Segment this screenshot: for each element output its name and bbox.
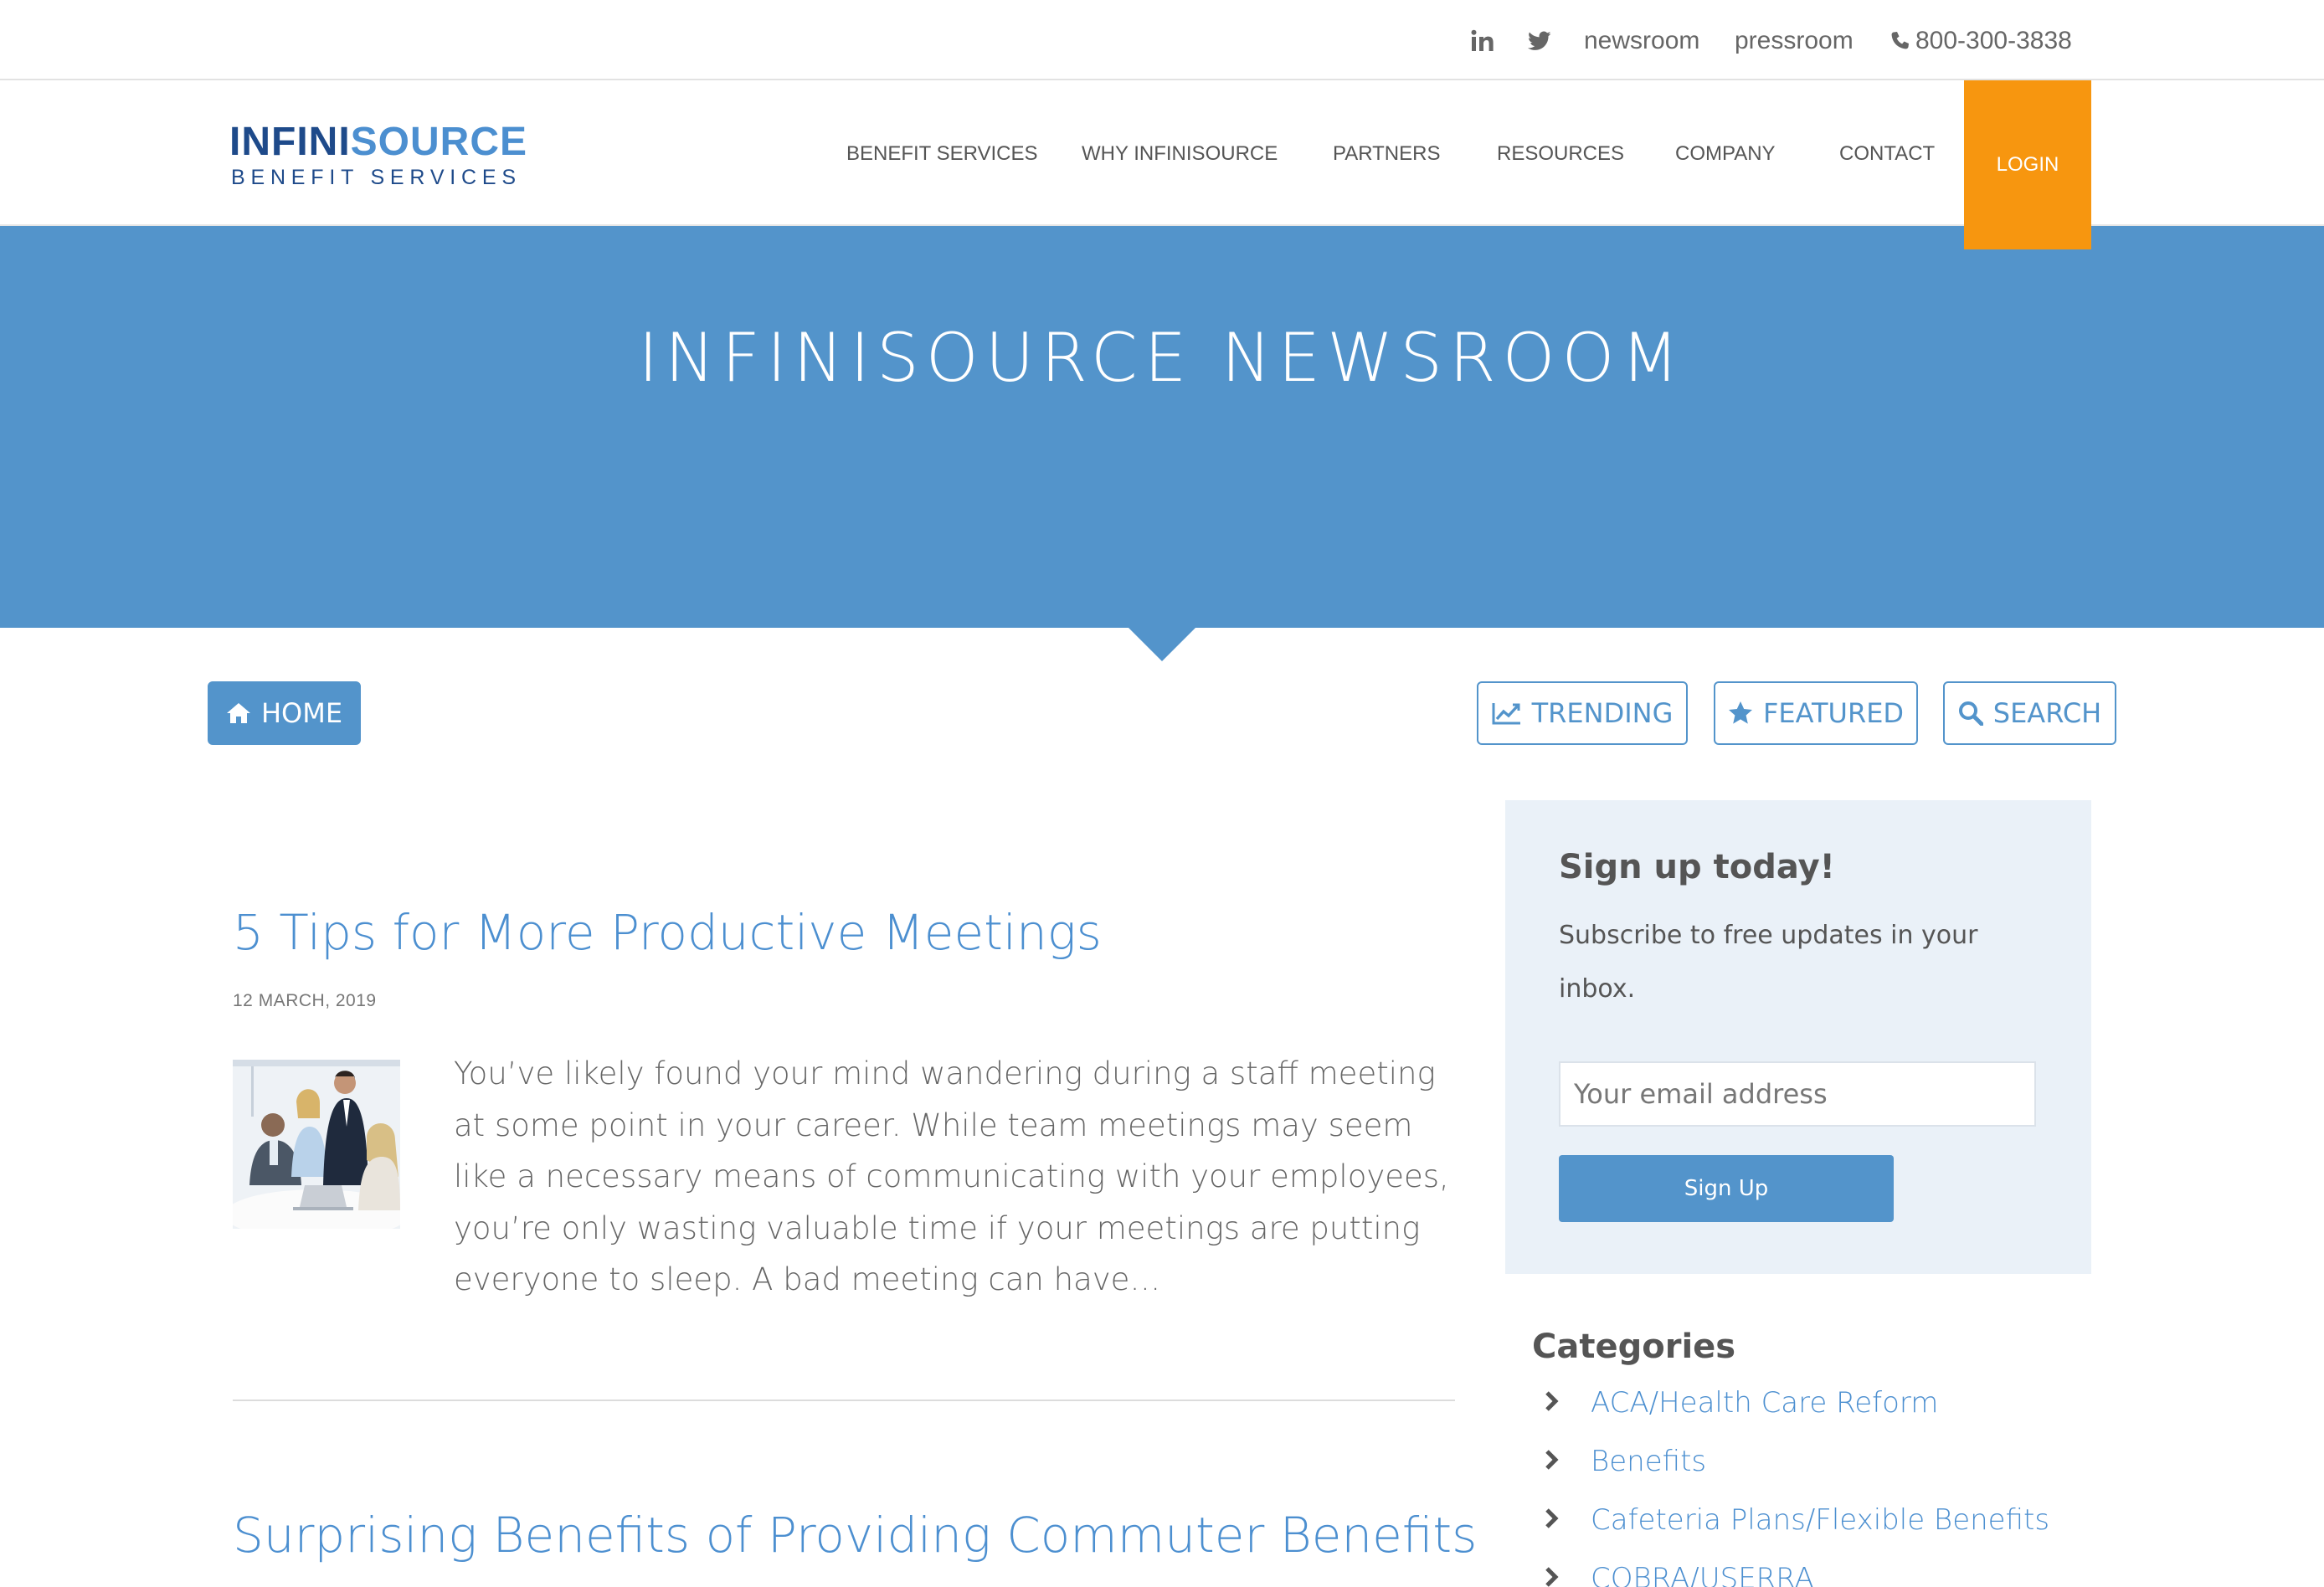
category-link[interactable]: Cafeteria Plans/Flexible Benefits bbox=[1591, 1502, 2049, 1538]
login-button[interactable]: LOGIN bbox=[1964, 80, 2091, 249]
star-icon bbox=[1728, 701, 1752, 724]
infinisource-logo[interactable]: INFINISOURCE BENEFIT SERVICES bbox=[229, 121, 548, 196]
search-button[interactable]: SEARCH bbox=[1943, 681, 2116, 745]
trending-button-label: TRENDING bbox=[1531, 697, 1674, 729]
chevron-right-icon bbox=[1545, 1450, 1559, 1470]
logo-wordmark-part-2: SOURCE bbox=[350, 120, 528, 164]
twitter-icon[interactable] bbox=[1527, 25, 1552, 57]
signup-button-label: Sign Up bbox=[1684, 1176, 1769, 1201]
chevron-right-icon bbox=[1545, 1508, 1559, 1528]
phone-glyph bbox=[1891, 32, 1909, 49]
signup-panel: Sign up today! Subscribe to free updates… bbox=[1505, 800, 2091, 1274]
phone-number[interactable]: 800-300-3838 bbox=[1915, 23, 2072, 59]
hero-banner: INFINISOURCE NEWSROOM bbox=[0, 226, 2324, 628]
linkedin-icon[interactable] bbox=[1470, 25, 1495, 57]
article-thumbnail-1[interactable] bbox=[233, 1060, 400, 1229]
article-title-1[interactable]: 5 Tips for More Productive Meetings bbox=[233, 902, 1102, 963]
featured-button-label: FEATURED bbox=[1762, 697, 1905, 729]
category-link[interactable]: COBRA/USERRA bbox=[1591, 1560, 1814, 1587]
article-divider bbox=[233, 1400, 1455, 1401]
pressroom-link[interactable]: pressroom bbox=[1735, 23, 1854, 59]
categories-heading: Categories bbox=[1532, 1328, 1736, 1366]
linkedin-glyph bbox=[1471, 29, 1494, 51]
trending-chart-icon bbox=[1492, 703, 1520, 725]
page-title: INFINISOURCE NEWSROOM bbox=[638, 319, 1686, 397]
nav-contact[interactable]: CONTACT bbox=[1839, 141, 1935, 167]
meeting-photo bbox=[233, 1060, 400, 1229]
category-link[interactable]: Benefits bbox=[1591, 1443, 1706, 1480]
signup-description: Subscribe to free updates in your inbox. bbox=[1559, 921, 1978, 1004]
category-link[interactable]: ACA/Health Care Reform bbox=[1591, 1384, 1938, 1421]
nav-company[interactable]: COMPANY bbox=[1675, 141, 1776, 167]
twitter-glyph bbox=[1528, 31, 1551, 50]
home-icon bbox=[226, 703, 250, 723]
category-item[interactable]: Benefits bbox=[1540, 1438, 2126, 1485]
nav-resources[interactable]: RESOURCES bbox=[1497, 141, 1624, 167]
signup-button[interactable]: Sign Up bbox=[1559, 1155, 1894, 1222]
utility-bar: newsroom pressroom 800-300-3838 bbox=[0, 0, 2324, 80]
article-title-2[interactable]: Surprising Benefits of Providing Commute… bbox=[233, 1505, 1477, 1565]
email-field[interactable] bbox=[1559, 1061, 2036, 1127]
hero-pointer bbox=[1129, 628, 1195, 661]
category-item[interactable]: COBRA/USERRA bbox=[1540, 1555, 2126, 1587]
home-button[interactable]: HOME bbox=[208, 681, 361, 745]
nav-benefit-services[interactable]: BENEFIT SERVICES bbox=[846, 141, 1038, 167]
logo-wordmark: INFINISOURCE bbox=[229, 121, 527, 164]
article-excerpt-1: You’ve likely found your mind wandering … bbox=[454, 1055, 1449, 1297]
phone-icon bbox=[1889, 25, 1910, 57]
newsroom-link[interactable]: newsroom bbox=[1584, 23, 1699, 59]
logo-tagline: BENEFIT SERVICES bbox=[231, 166, 522, 189]
category-item[interactable]: ACA/Health Care Reform bbox=[1540, 1379, 2126, 1426]
article-date-1: 12 MARCH, 2019 bbox=[233, 991, 377, 1010]
category-item[interactable]: Cafeteria Plans/Flexible Benefits bbox=[1540, 1497, 2126, 1543]
chevron-right-icon bbox=[1545, 1391, 1559, 1411]
search-button-label: SEARCH bbox=[1992, 697, 2102, 729]
trending-button[interactable]: TRENDING bbox=[1477, 681, 1688, 745]
chevron-right-icon bbox=[1545, 1567, 1559, 1587]
signup-title: Sign up today! bbox=[1559, 848, 1835, 886]
logo-wordmark-part-1: INFINI bbox=[229, 120, 351, 164]
search-icon bbox=[1958, 701, 1983, 726]
nav-partners[interactable]: PARTNERS bbox=[1333, 141, 1440, 167]
featured-button[interactable]: FEATURED bbox=[1714, 681, 1918, 745]
nav-why-infinisource[interactable]: WHY INFINISOURCE bbox=[1082, 141, 1278, 167]
home-button-label: HOME bbox=[260, 697, 343, 729]
login-label: LOGIN bbox=[1996, 153, 2059, 176]
